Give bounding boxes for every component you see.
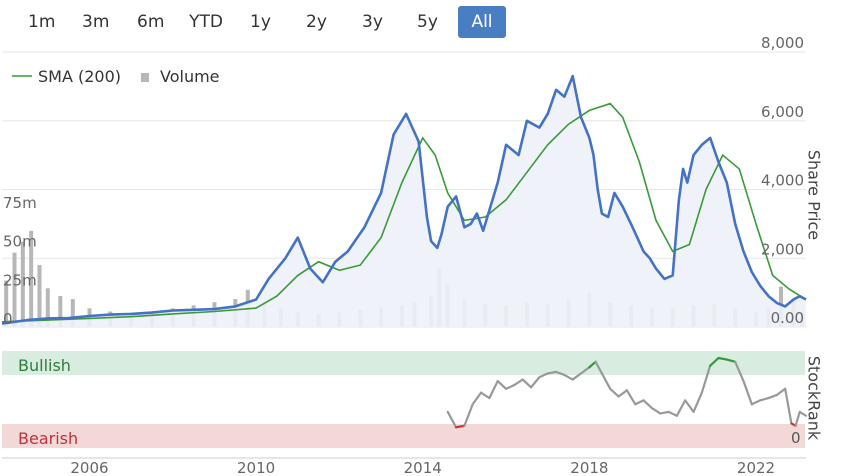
stockrank-segment	[767, 393, 778, 400]
price-axis-title: Share Price	[805, 150, 824, 240]
stockrank-segment	[563, 373, 574, 381]
bearish-label: Bearish	[18, 429, 78, 448]
stockrank-zero-tick: 0	[791, 429, 801, 447]
stockrank-segment	[634, 399, 645, 406]
stockrank-segment	[717, 356, 728, 361]
x-tick-label: 2010	[237, 459, 275, 476]
price-tick-label: 8,000	[761, 34, 804, 52]
stockrank-segment	[488, 380, 499, 400]
stockrank-segment	[504, 383, 516, 390]
stock-chart: 0.00 2,000 4,000 6,000 8,000 0 25m 50m 75m Shar…	[1, 34, 824, 476]
volume-tick-label: 0	[3, 310, 13, 328]
stockrank-segment	[625, 389, 637, 406]
volume-tick-label: 50m	[3, 233, 37, 251]
stockrank-segment	[463, 403, 474, 427]
x-tick-label: 2018	[570, 459, 608, 476]
price-tick-label: 4,000	[761, 172, 804, 190]
volume-bar	[12, 252, 17, 327]
stockrank-segment	[600, 372, 612, 390]
stockrank-segment	[784, 387, 793, 425]
stockrank-segment	[454, 424, 466, 429]
stockrank-segment	[675, 399, 687, 417]
stockrank-segment	[479, 391, 491, 400]
volume-tick-label: 25m	[3, 271, 37, 289]
stockrank-segment	[546, 370, 558, 375]
stockrank-segment	[750, 399, 762, 406]
stockrank-segment	[617, 389, 628, 398]
stockrank-segment	[684, 399, 695, 413]
stockrank-segment	[496, 380, 508, 390]
x-tick-label: 2014	[404, 459, 442, 476]
price-tick-label: 2,000	[761, 240, 804, 258]
stockrank-segment	[471, 391, 483, 406]
stockrank-segment	[529, 376, 541, 389]
price-tick-label: 6,000	[761, 103, 804, 121]
bullish-label: Bullish	[18, 356, 71, 375]
x-tick-label: 2006	[70, 459, 108, 476]
x-tick-label: 2022	[737, 459, 775, 476]
price-area-fill	[2, 76, 806, 327]
stockrank-segment	[759, 396, 770, 402]
stockrank-segment	[650, 406, 662, 415]
stockrank-segment	[659, 410, 670, 415]
stockrank-segment	[775, 387, 787, 397]
stockrank-segment	[521, 378, 533, 389]
stockrank-segment	[794, 410, 801, 427]
stockrank-segment	[609, 387, 620, 398]
volume-legend-label[interactable]: Volume	[160, 67, 220, 86]
bearish-band	[2, 424, 805, 448]
stockrank-segment	[642, 399, 653, 410]
stockrank-segment	[692, 391, 703, 413]
stockrank-segment	[742, 380, 753, 406]
stockrank-axis-title: StockRank	[805, 356, 824, 441]
stockrank-segment	[667, 410, 678, 417]
sma-legend-label[interactable]: SMA (200)	[38, 67, 121, 86]
x-axis-labels: 2006 2010 2014 2018 2022	[70, 459, 775, 476]
volume-legend-swatch	[141, 73, 149, 82]
stockrank-segment	[513, 378, 524, 387]
price-tick-label: 0.00	[771, 309, 804, 327]
volume-tick-label: 75m	[3, 194, 37, 212]
bullish-band	[2, 351, 805, 375]
